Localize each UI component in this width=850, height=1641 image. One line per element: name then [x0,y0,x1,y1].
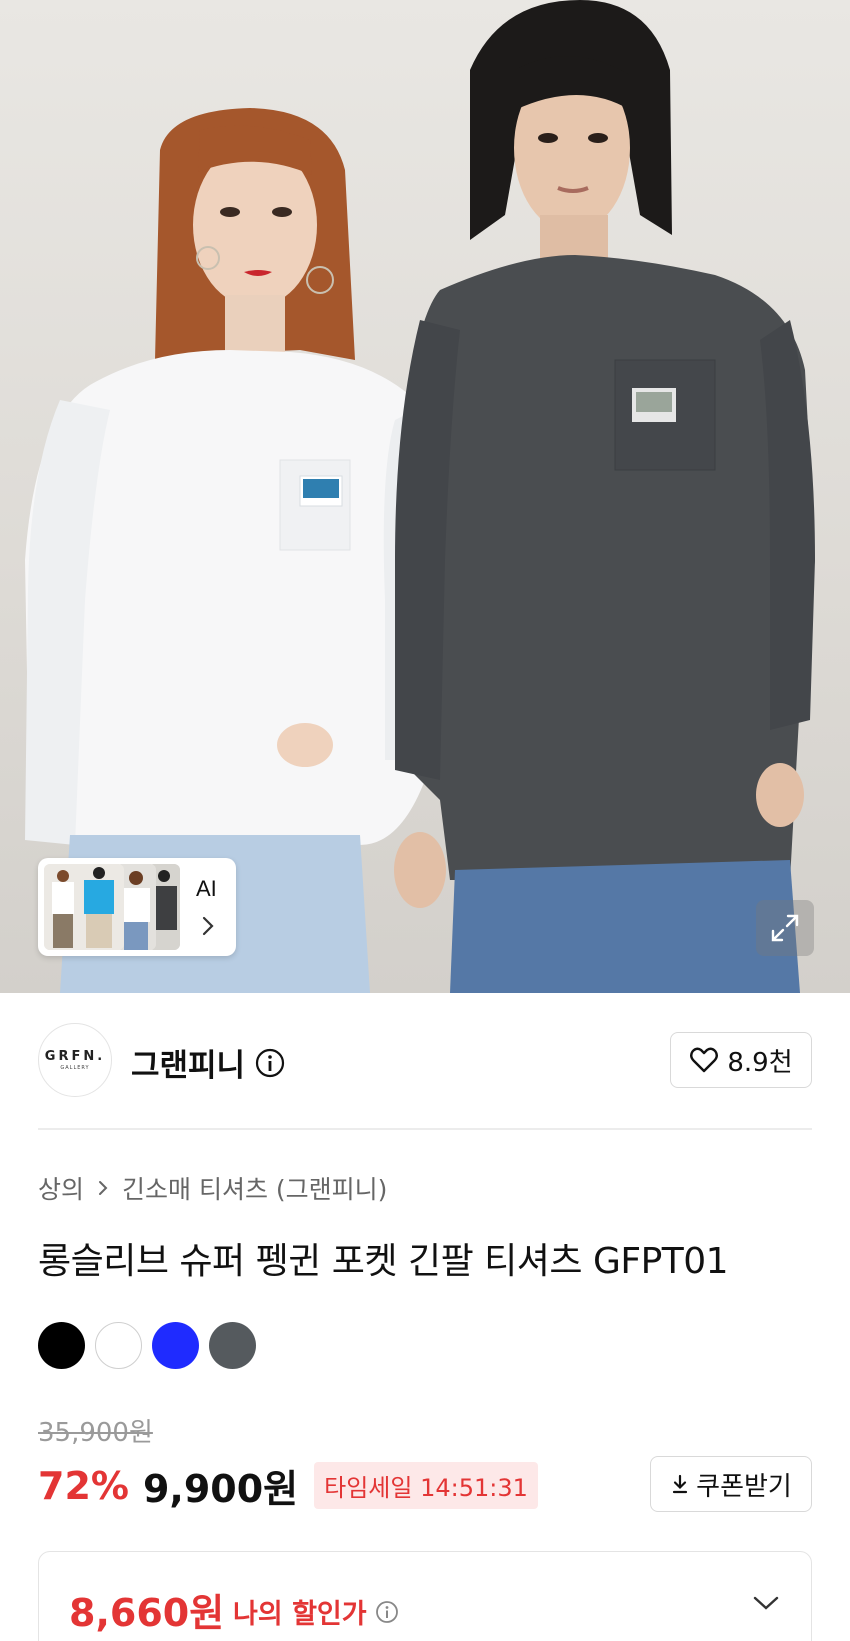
chevron-right-icon [99,1181,108,1195]
chevron-right-icon [202,916,214,936]
coupon-download-button[interactable]: 쿠폰받기 [650,1456,812,1512]
like-count: 8.9천 [727,1047,793,1078]
original-price: 35,900원 [38,1418,153,1448]
info-icon[interactable] [375,1600,399,1624]
product-image-carousel[interactable]: AI [0,0,850,993]
discount-rate: 72% [38,1463,129,1508]
ai-label: AI [196,876,217,901]
coupon-label: 쿠폰받기 [696,1471,792,1502]
timesale-badge: 타임세일 14:51:31 [314,1462,538,1509]
brand-logo-text: GRFN. [44,1049,106,1064]
sale-price-row: 72% 9,900원 타임세일 14:51:31 [38,1458,538,1513]
sale-price: 9,900원 [142,1467,299,1511]
download-icon [673,1474,688,1494]
color-swatch-black[interactable] [38,1322,85,1369]
chevron-down-icon[interactable] [751,1592,781,1614]
ai-recommendation-button[interactable]: AI [38,858,236,956]
expand-icon [771,914,799,942]
brand-logo-subtext: GALLERY [60,1065,90,1071]
color-swatch-white[interactable] [95,1322,142,1369]
info-icon[interactable] [255,1048,285,1078]
breadcrumb: 상의 긴소매 티셔츠 (그랜피니) [38,1170,387,1206]
ai-thumbnail-stack [44,864,184,950]
color-swatches [38,1322,256,1369]
breadcrumb-subcategory[interactable]: 긴소매 티셔츠 (그랜피니) [122,1170,387,1206]
my-discount-price: 8,660원 [69,1591,225,1635]
brand-name-link[interactable]: 그랜피니 [131,1040,285,1085]
my-discount-price-panel[interactable]: 8,660원 나의 할인가 [38,1551,812,1641]
heart-icon [690,1047,719,1073]
color-swatch-blue[interactable] [152,1322,199,1369]
ai-thumbnail [44,864,124,950]
my-discount-label-group: 나의 할인가 [233,1592,399,1631]
brand-logo[interactable]: GRFN. GALLERY [38,1023,112,1097]
my-discount-label: 나의 할인가 [233,1599,367,1630]
brand-name: 그랜피니 [131,1048,246,1084]
expand-image-button[interactable] [756,900,814,956]
divider [38,1128,812,1130]
product-photo [25,0,815,993]
breadcrumb-category[interactable]: 상의 [38,1170,84,1206]
like-button[interactable]: 8.9천 [670,1032,812,1088]
product-title: 롱슬리브 슈퍼 펭귄 포켓 긴팔 티셔츠 GFPT01 [38,1241,729,1282]
color-swatch-charcoal[interactable] [209,1322,256,1369]
